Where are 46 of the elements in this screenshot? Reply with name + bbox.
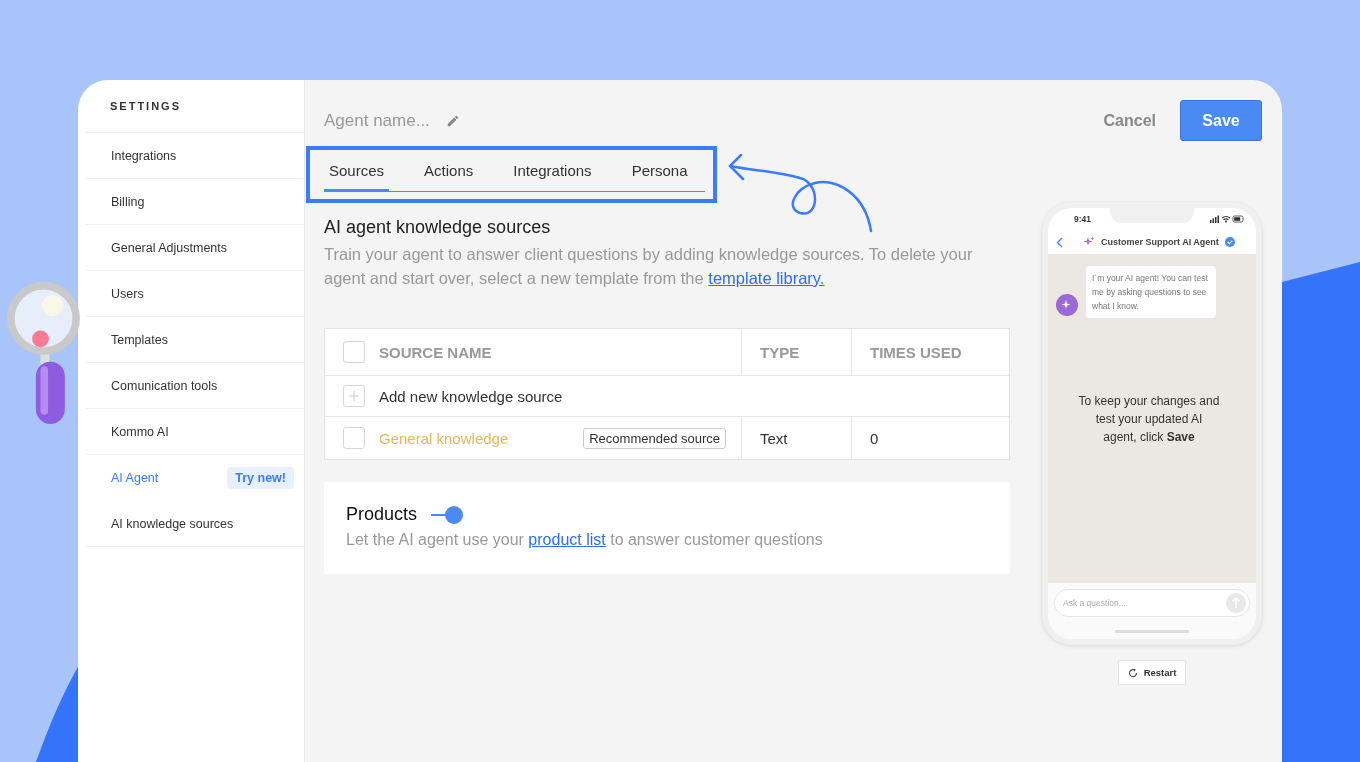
- save-notice: To keep your changes and test your updated AI agent, click Save: [1077, 393, 1221, 446]
- new-badge: Try new!: [227, 467, 294, 489]
- sidebar-item[interactable]: Integrations: [86, 133, 304, 179]
- checkbox[interactable]: [343, 427, 365, 449]
- status-time: 9:41: [1074, 214, 1091, 224]
- chat-message: I´m your AI agent! You can test me by asking questions to see what I know.: [1086, 266, 1216, 318]
- tab[interactable]: Sources: [324, 156, 390, 192]
- column-header: SOURCE NAME: [379, 343, 492, 361]
- section-title: AI agent knowledge sources: [324, 217, 552, 238]
- tab[interactable]: Actions: [419, 156, 479, 192]
- bot-avatar: [1056, 294, 1078, 316]
- sidebar-item[interactable]: General Adjustments: [86, 225, 304, 271]
- verified-icon: [1224, 237, 1235, 247]
- section-description: Train your agent to answer client questions by adding knowledge sources. To delete your agent and start over, select a new template from the template library.: [324, 244, 974, 289]
- restart-button[interactable]: Restart: [1117, 660, 1187, 685]
- plus-icon[interactable]: [343, 385, 365, 407]
- sidebar-item[interactable]: Comunication tools: [86, 363, 304, 409]
- status-icons: [1210, 215, 1244, 223]
- product-list-link[interactable]: product list: [528, 531, 606, 548]
- refresh-icon: [1127, 667, 1138, 678]
- template-library-link[interactable]: template library.: [708, 269, 825, 287]
- chat-title: Customer Support AI Agent: [1101, 237, 1219, 247]
- sidebar-item[interactable]: Kommo AI: [86, 409, 304, 455]
- column-header: TIMES USED: [869, 342, 963, 363]
- sidebar-title: SETTINGS: [86, 80, 304, 133]
- sidebar-item[interactable]: AI Agent Try new!: [86, 455, 304, 501]
- sidebar-item[interactable]: Templates: [86, 317, 304, 363]
- add-source-link[interactable]: Add new knowledge source: [379, 387, 563, 405]
- tab[interactable]: Persona: [626, 156, 693, 192]
- checkbox[interactable]: [343, 341, 365, 363]
- pencil-icon[interactable]: [446, 113, 460, 128]
- products-description: Let the AI agent use your product list to answer customer questions: [346, 531, 824, 549]
- table-cell-text: 0: [869, 428, 880, 449]
- agent-name-field[interactable]: Agent name...: [324, 110, 436, 131]
- back-icon[interactable]: [1056, 236, 1063, 248]
- sidebar-item[interactable]: AI knowledge sources: [86, 501, 304, 547]
- sidebar-item[interactable]: Users: [86, 271, 304, 317]
- column-header: TYPE: [742, 329, 852, 375]
- recommended-tag: Recommended source: [583, 427, 726, 449]
- sidebar-item-label[interactable]: AI Agent: [111, 471, 159, 485]
- products-title: Products: [346, 504, 418, 525]
- tab[interactable]: Integrations: [508, 156, 597, 192]
- toggle-switch[interactable]: [431, 505, 464, 524]
- sidebar-item[interactable]: Billing: [86, 179, 304, 225]
- question-field[interactable]: Ask a question...: [1054, 589, 1250, 617]
- table-cell: Text: [742, 417, 852, 459]
